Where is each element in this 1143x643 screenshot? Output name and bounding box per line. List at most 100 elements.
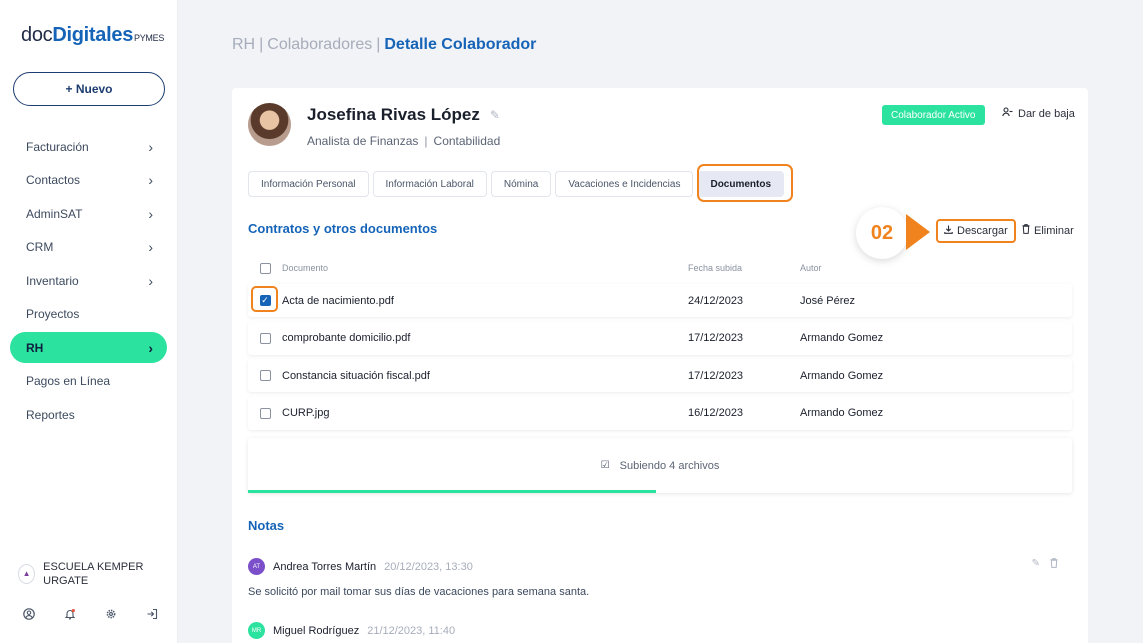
sidebar-item-label: CRM <box>26 240 54 254</box>
organization-switcher[interactable]: ▲ ESCUELA KEMPER URGATE <box>18 560 168 588</box>
document-date: 17/12/2023 <box>688 332 744 344</box>
org-logo-icon: ▲ <box>18 564 36 584</box>
delete-label: Eliminar <box>1034 224 1074 237</box>
tab-informacion-laboral[interactable]: Información Laboral <box>372 171 487 197</box>
chevron-right-icon: › <box>148 272 153 289</box>
sidebar-item-adminsat[interactable]: AdminSAT › <box>10 198 167 229</box>
tab-nomina[interactable]: Nómina <box>490 171 552 197</box>
logout-icon[interactable] <box>145 607 159 621</box>
step-badge: 02 <box>856 207 908 259</box>
note-header: AT Andrea Torres Martín 20/12/2023, 13:3… <box>248 558 1072 575</box>
org-name: ESCUELA KEMPER URGATE <box>43 561 144 587</box>
sidebar-item-label: Inventario <box>26 273 79 288</box>
note-time: 21/12/2023, 11:40 <box>367 624 456 637</box>
note-item: AT Andrea Torres Martín 20/12/2023, 13:3… <box>248 558 1072 598</box>
note-actions: ✎ <box>1032 558 1058 571</box>
sidebar-footer <box>22 607 159 621</box>
sidebar: docDigitalesPYMES + Nuevo Facturación › C… <box>0 0 178 643</box>
new-button[interactable]: + Nuevo <box>13 72 165 106</box>
trash-icon[interactable] <box>1050 558 1058 571</box>
tab-label: Vacaciones e Incidencias <box>568 178 681 190</box>
deactivate-button[interactable]: Dar de baja <box>1002 107 1075 120</box>
table-row[interactable]: Constancia situación fiscal.pdf 17/12/20… <box>248 359 1072 392</box>
row-checkbox[interactable] <box>259 407 271 419</box>
status-badge: Colaborador Activo <box>882 105 985 125</box>
documents-table: Documento Fecha subida Autor ✓ Acta de n… <box>248 258 1072 430</box>
sidebar-item-facturacion[interactable]: Facturación › <box>10 131 167 162</box>
delete-button[interactable]: Eliminar <box>1022 224 1074 237</box>
tab-vacaciones[interactable]: Vacaciones e Incidencias <box>555 171 694 197</box>
sidebar-item-label: Proyectos <box>26 307 80 321</box>
document-author: José Pérez <box>800 294 856 307</box>
select-all-checkbox[interactable] <box>259 262 271 274</box>
column-header-fecha[interactable]: Fecha subida <box>688 263 800 273</box>
download-button[interactable]: Descargar <box>936 219 1016 243</box>
role-separator: | <box>424 134 428 148</box>
upload-progress-bar <box>248 490 656 493</box>
edit-pencil-icon[interactable]: ✎ <box>490 108 500 122</box>
breadcrumb-separator: | <box>259 36 264 53</box>
step-number: 02 <box>870 221 894 244</box>
document-author: Armando Gomez <box>800 332 884 344</box>
checkbox-highlight <box>251 286 278 312</box>
table-row[interactable]: CURP.jpg 16/12/2023 Armando Gomez <box>248 396 1072 430</box>
status-badge-label: Colaborador Activo <box>891 109 976 121</box>
note-author: Miguel Rodríguez <box>273 624 360 637</box>
sidebar-item-rh[interactable]: RH › <box>10 332 167 363</box>
logo-digitales: Digitales <box>52 24 134 46</box>
sidebar-item-label: AdminSAT <box>26 206 83 221</box>
sidebar-item-inventario[interactable]: Inventario › <box>10 265 167 296</box>
document-name: Constancia situación fiscal.pdf <box>282 369 430 382</box>
row-check-cell <box>248 332 282 344</box>
chevron-right-icon: › <box>148 138 153 155</box>
app-logo[interactable]: docDigitalesPYMES <box>21 24 164 47</box>
logo-doc: doc <box>21 24 53 46</box>
document-name: Acta de nacimiento.pdf <box>282 294 394 307</box>
note-time: 20/12/2023, 13:30 <box>384 560 473 573</box>
tab-informacion-personal[interactable]: Información Personal <box>248 171 369 197</box>
breadcrumb-separator: | <box>376 36 381 53</box>
trash-icon <box>1022 224 1030 237</box>
table-row[interactable]: ✓ Acta de nacimiento.pdf 24/12/2023 José… <box>248 284 1072 317</box>
sidebar-nav: Facturación › Contactos › AdminSAT › CRM › I… <box>10 131 167 433</box>
sidebar-item-pagos[interactable]: Pagos en Línea <box>10 366 167 397</box>
breadcrumb-colaboradores[interactable]: Colaboradores <box>267 36 372 53</box>
sidebar-item-reportes[interactable]: Reportes <box>10 399 167 430</box>
user-icon[interactable] <box>22 607 36 621</box>
breadcrumb-rh[interactable]: RH <box>232 36 255 53</box>
employee-role-row: Analista de Finanzas | Contabilidad <box>307 134 500 148</box>
gear-icon[interactable] <box>104 607 118 621</box>
notes-section-title: Notas <box>248 518 285 533</box>
employee-detail-card: Josefina Rivas López ✎ Analista de Finan… <box>232 88 1088 643</box>
sidebar-item-label: Reportes <box>26 407 75 422</box>
sidebar-item-label: Pagos en Línea <box>26 374 111 388</box>
bell-icon[interactable] <box>63 607 77 621</box>
tab-label: Información Personal <box>261 178 356 190</box>
note-item: MR Miguel Rodríguez 21/12/2023, 11:40 <box>248 622 1072 639</box>
chevron-right-icon: › <box>148 239 153 255</box>
checkbox-icon: ☑ <box>600 460 610 471</box>
sidebar-item-label: RH <box>26 340 44 355</box>
chevron-right-icon: › <box>148 172 153 188</box>
edit-pencil-icon[interactable]: ✎ <box>1032 558 1040 571</box>
upload-progress-panel: ☑ Subiendo 4 archivos <box>248 438 1072 493</box>
avatar <box>248 103 291 146</box>
sidebar-item-contactos[interactable]: Contactos › <box>10 165 167 196</box>
sidebar-item-label: Facturación <box>26 139 89 154</box>
sidebar-item-crm[interactable]: CRM › <box>10 232 167 263</box>
column-header-autor[interactable]: Autor <box>800 263 1072 273</box>
row-checkbox[interactable] <box>259 370 271 381</box>
sidebar-item-label: Contactos <box>26 173 81 187</box>
row-checkbox[interactable] <box>259 332 271 344</box>
chevron-right-icon: › <box>148 205 153 222</box>
table-row[interactable]: comprobante domicilio.pdf 17/12/2023 Arm… <box>248 321 1072 355</box>
new-button-label: + Nuevo <box>65 82 113 96</box>
row-check-cell <box>248 370 282 381</box>
tab-label: Información Laboral <box>385 178 474 190</box>
column-header-documento[interactable]: Documento <box>282 263 688 273</box>
employee-name: Josefina Rivas López <box>307 105 480 124</box>
breadcrumb-current: Detalle Colaborador <box>384 36 537 53</box>
breadcrumb: RH | Colaboradores | Detalle Colaborador <box>232 36 536 54</box>
note-avatar: AT <box>248 558 265 575</box>
sidebar-item-proyectos[interactable]: Proyectos <box>10 299 167 330</box>
